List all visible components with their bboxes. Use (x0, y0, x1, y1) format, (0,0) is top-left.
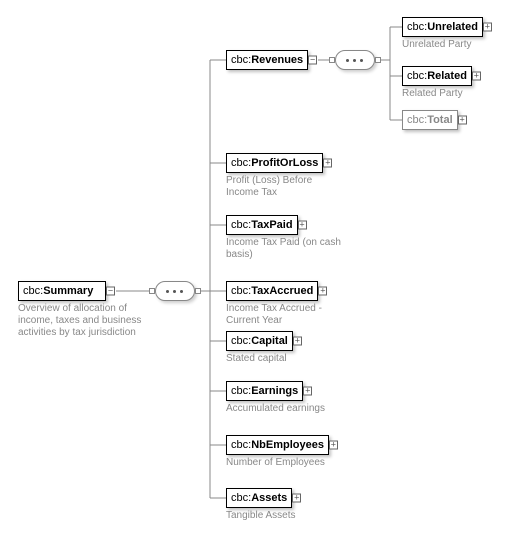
prefix: cbc: (231, 285, 251, 297)
expand-icon[interactable]: + (329, 441, 338, 450)
node-taxaccrued[interactable]: cbc:TaxAccrued + (226, 281, 318, 301)
node-summary[interactable]: cbc:Summary − (18, 281, 106, 301)
node-taxaccrued-desc: Income Tax Accrued - Current Year (226, 303, 346, 327)
element-name: Summary (43, 285, 93, 297)
prefix: cbc: (231, 157, 251, 169)
seq-port-left (329, 57, 335, 63)
expand-icon[interactable]: − (308, 56, 317, 65)
node-assets[interactable]: cbc:Assets + (226, 488, 292, 508)
element-name: NbEmployees (251, 439, 324, 451)
expand-icon[interactable]: + (472, 72, 481, 81)
prefix: cbc: (231, 219, 251, 231)
seq-port-right (375, 57, 381, 63)
node-capital[interactable]: cbc:Capital + (226, 331, 293, 351)
node-capital-desc: Stated capital (226, 353, 346, 365)
expand-icon[interactable]: − (106, 287, 115, 296)
node-earnings[interactable]: cbc:Earnings + (226, 381, 303, 401)
expand-icon[interactable]: + (292, 494, 301, 503)
element-name: Assets (251, 492, 287, 504)
prefix: cbc: (231, 439, 251, 451)
node-earnings-desc: Accumulated earnings (226, 403, 346, 415)
node-related-desc: Related Party (402, 88, 463, 100)
element-name: Revenues (251, 54, 303, 66)
prefix: cbc: (231, 385, 251, 397)
element-name: Total (427, 114, 452, 126)
element-name: Capital (251, 335, 288, 347)
prefix: cbc: (231, 335, 251, 347)
expand-icon[interactable]: + (323, 159, 332, 168)
prefix: cbc: (407, 114, 427, 126)
expand-icon[interactable]: + (303, 387, 312, 396)
prefix: cbc: (231, 492, 251, 504)
diagram-canvas: cbc:Summary − Overview of allocation of … (0, 0, 508, 539)
node-taxpaid-desc: Income Tax Paid (on cash basis) (226, 237, 346, 261)
node-total[interactable]: cbc:Total + (402, 110, 458, 130)
sequence-compositor-revenues[interactable] (335, 50, 375, 70)
expand-icon[interactable]: + (318, 287, 327, 296)
node-revenues[interactable]: cbc:Revenues − (226, 50, 308, 70)
prefix: cbc: (407, 21, 427, 33)
node-unrelated-desc: Unrelated Party (402, 39, 471, 51)
expand-icon[interactable]: + (293, 337, 302, 346)
node-related[interactable]: cbc:Related + (402, 66, 472, 86)
expand-icon[interactable]: + (458, 116, 467, 125)
node-taxpaid[interactable]: cbc:TaxPaid + (226, 215, 298, 235)
seq-port-right (195, 288, 201, 294)
sequence-compositor[interactable] (155, 281, 195, 301)
node-profitorloss[interactable]: cbc:ProfitOrLoss + (226, 153, 323, 173)
element-name: TaxPaid (251, 219, 292, 231)
node-assets-desc: Tangible Assets (226, 510, 346, 522)
prefix: cbc: (231, 54, 251, 66)
node-unrelated[interactable]: cbc:Unrelated + (402, 17, 483, 37)
element-name: Earnings (251, 385, 298, 397)
prefix: cbc: (23, 285, 43, 297)
node-summary-desc: Overview of allocation of income, taxes … (18, 303, 148, 339)
expand-icon[interactable]: + (298, 221, 307, 230)
node-profitorloss-desc: Profit (Loss) Before Income Tax (226, 175, 346, 199)
node-nbemployees[interactable]: cbc:NbEmployees + (226, 435, 329, 455)
seq-port-left (149, 288, 155, 294)
element-name: Related (427, 70, 467, 82)
node-nbemployees-desc: Number of Employees (226, 457, 346, 469)
element-name: TaxAccrued (251, 285, 313, 297)
expand-icon[interactable]: + (483, 23, 492, 32)
prefix: cbc: (407, 70, 427, 82)
element-name: Unrelated (427, 21, 478, 33)
element-name: ProfitOrLoss (251, 157, 318, 169)
